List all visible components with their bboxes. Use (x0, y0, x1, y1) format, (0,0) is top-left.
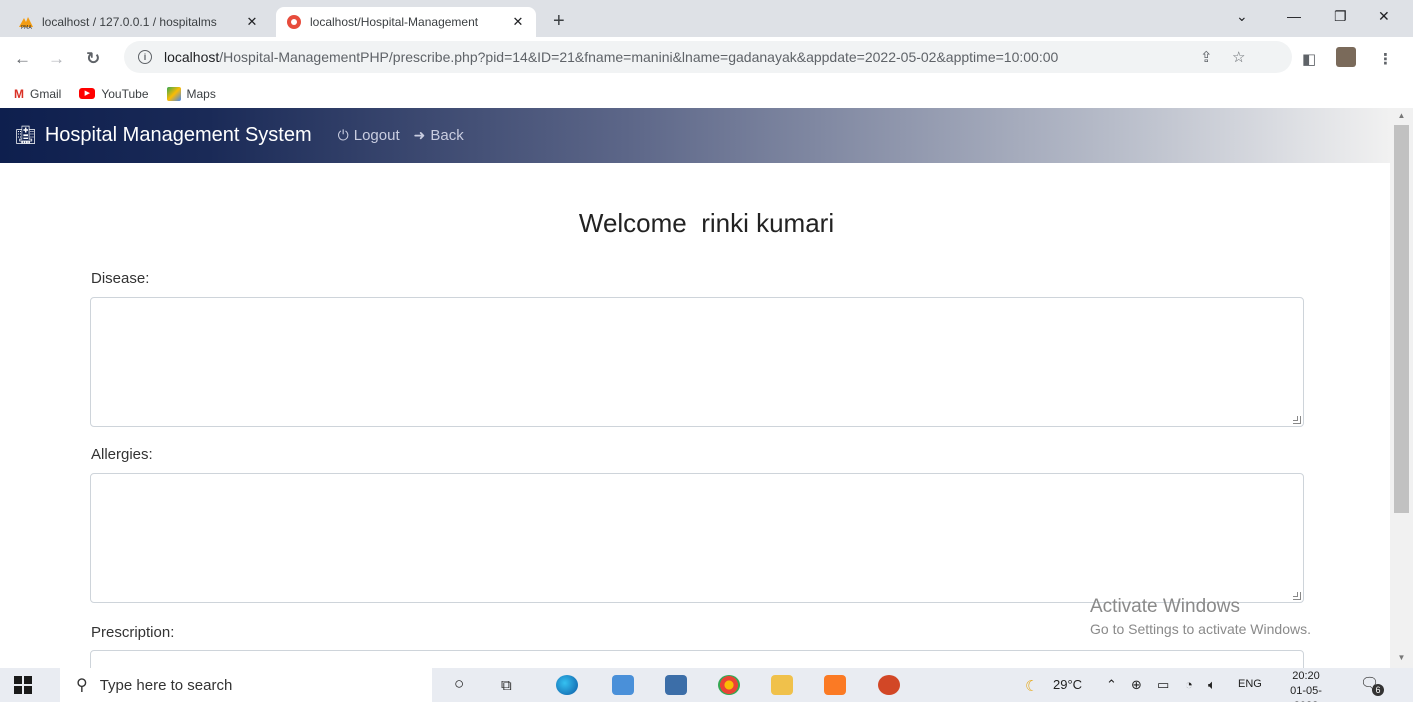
info-icon[interactable]: i (138, 50, 152, 64)
chevron-up-icon[interactable]: ⌃ (1106, 677, 1117, 693)
wifi-icon[interactable]: ◔ (1185, 677, 1193, 692)
minimize-icon[interactable]: — (1287, 8, 1301, 24)
allergies-label: Allergies: (91, 446, 153, 463)
moon-weather-icon[interactable]: ☾ (1025, 677, 1038, 695)
windows-start-icon[interactable] (14, 676, 32, 694)
activate-windows-title: Activate Windows (1090, 596, 1240, 617)
tab-strip: PMA localhost / 127.0.0.1 / hospitalms ✕… (0, 0, 1413, 37)
resize-handle-icon[interactable] (1293, 592, 1301, 600)
task-view-icon[interactable]: ⧉ (501, 677, 512, 694)
logout-label: Logout (353, 127, 400, 144)
network-icon[interactable]: ⊕ (1131, 677, 1142, 693)
svg-text:PMA: PMA (21, 25, 32, 30)
activate-windows-subtitle: Go to Settings to activate Windows. (1090, 621, 1311, 637)
forward-arrow-icon[interactable]: → (48, 49, 65, 69)
tab-hospital-management[interactable]: localhost/Hospital-Management ✕ (276, 7, 536, 37)
bookmark-gmail[interactable]: M Gmail (14, 87, 61, 101)
bookmark-label: Gmail (30, 86, 62, 101)
disease-textarea[interactable] (90, 297, 1304, 427)
file-explorer-icon[interactable] (771, 675, 793, 695)
site-navbar: 🏥︎ Hospital Management System ⏻ Logout ➜… (0, 108, 1390, 163)
close-window-icon[interactable]: ✕ (1378, 8, 1390, 25)
page-content: 🏥︎ Hospital Management System ⏻ Logout ➜… (0, 108, 1390, 668)
search-placeholder: Type here to search (99, 676, 233, 694)
notification-count-badge: 6 (1372, 684, 1384, 696)
page-scrollbar[interactable]: ▲ ▼ (1390, 108, 1413, 668)
powerpoint-icon[interactable] (878, 675, 900, 695)
bookmark-youtube[interactable]: ▶ YouTube (79, 86, 149, 101)
bookmark-star-icon[interactable]: ☆ (1232, 48, 1245, 66)
phpmyadmin-icon: PMA (19, 17, 33, 30)
sign-out-arrow-icon: ➜ (413, 127, 426, 143)
profile-avatar[interactable] (1336, 47, 1356, 67)
tab-title: localhost / 127.0.0.1 / hospitalms (42, 15, 217, 29)
battery-icon[interactable]: ▭ (1157, 677, 1169, 693)
resize-handle-icon[interactable] (1293, 416, 1301, 424)
logout-link[interactable]: ⏻ Logout (338, 127, 400, 144)
disease-label: Disease: (91, 270, 150, 287)
edge-icon[interactable] (556, 675, 578, 695)
back-arrow-icon[interactable]: ← (14, 49, 31, 69)
url-host: localhost (164, 49, 220, 65)
xampp-icon[interactable] (824, 675, 846, 695)
volume-icon[interactable]: 🔈︎ (1208, 677, 1216, 693)
bookmark-maps[interactable]: Maps (166, 86, 216, 101)
site-favicon-icon (287, 15, 301, 29)
tab-title: localhost/Hospital-Management (310, 15, 479, 29)
clock[interactable]: 20:20 01-05-2022 (1278, 669, 1334, 702)
prescription-textarea[interactable] (90, 650, 1304, 668)
cortana-icon[interactable]: ○ (454, 674, 464, 694)
bookmarks-bar: M Gmail ▶ YouTube Maps (0, 79, 1413, 108)
close-tab-icon[interactable]: ✕ (244, 14, 260, 30)
windows-taskbar: ⚲ Type here to search ○ ⧉ ☾ 29°C ⌃ ⊕ ▭ ◔… (0, 668, 1413, 702)
file-app-icon[interactable] (612, 675, 634, 695)
brand-text: Hospital Management System (44, 124, 312, 146)
back-link[interactable]: ➜ Back (414, 127, 464, 144)
taskbar-search-box[interactable]: ⚲ Type here to search (60, 668, 432, 702)
maps-icon (166, 86, 181, 101)
url-path: /Hospital-ManagementPHP/prescribe.php?pi… (219, 49, 1059, 65)
database-app-icon[interactable] (665, 675, 687, 695)
prescription-label: Prescription: (91, 624, 175, 641)
clock-time: 20:20 (1292, 670, 1320, 682)
bookmark-label: Maps (186, 86, 216, 101)
tab-phpmyadmin[interactable]: PMA localhost / 127.0.0.1 / hospitalms ✕ (8, 7, 270, 37)
welcome-heading: Welcome rinki kumari (578, 208, 835, 238)
side-panel-icon[interactable]: ◧ (1302, 50, 1316, 68)
tab-search-chevron-icon[interactable]: ⌄ (1236, 8, 1248, 25)
hospital-icon: 🏥︎ (14, 125, 37, 145)
scroll-down-icon[interactable]: ▼ (1390, 653, 1413, 662)
back-label: Back (430, 127, 464, 144)
address-bar[interactable]: i localhost/Hospital-ManagementPHP/presc… (124, 41, 1292, 73)
bookmark-label: YouTube (101, 86, 149, 101)
allergies-textarea[interactable] (90, 473, 1304, 603)
restore-icon[interactable]: ❐ (1334, 8, 1347, 25)
new-tab-icon[interactable]: + (553, 10, 565, 33)
browser-toolbar: ← → ↻ i localhost/Hospital-ManagementPHP… (0, 37, 1413, 79)
share-icon[interactable]: ⇪ (1200, 48, 1213, 66)
chrome-icon[interactable] (718, 675, 740, 695)
close-tab-icon[interactable]: ✕ (510, 14, 526, 30)
language-indicator[interactable]: ENG (1238, 678, 1262, 690)
power-icon: ⏻ (337, 127, 349, 143)
gmail-icon: M (14, 86, 24, 101)
scroll-thumb[interactable] (1394, 125, 1409, 513)
search-icon: ⚲ (76, 677, 88, 694)
navbar-brand[interactable]: 🏥︎ Hospital Management System (14, 124, 312, 147)
clock-date: 01-05-2022 (1290, 685, 1322, 702)
reload-icon[interactable]: ↻ (86, 49, 100, 69)
temperature-text[interactable]: 29°C (1053, 677, 1082, 692)
menu-kebab-icon[interactable]: ⋮ (1378, 50, 1393, 68)
youtube-icon: ▶ (79, 88, 96, 99)
scroll-up-icon[interactable]: ▲ (1390, 111, 1413, 120)
